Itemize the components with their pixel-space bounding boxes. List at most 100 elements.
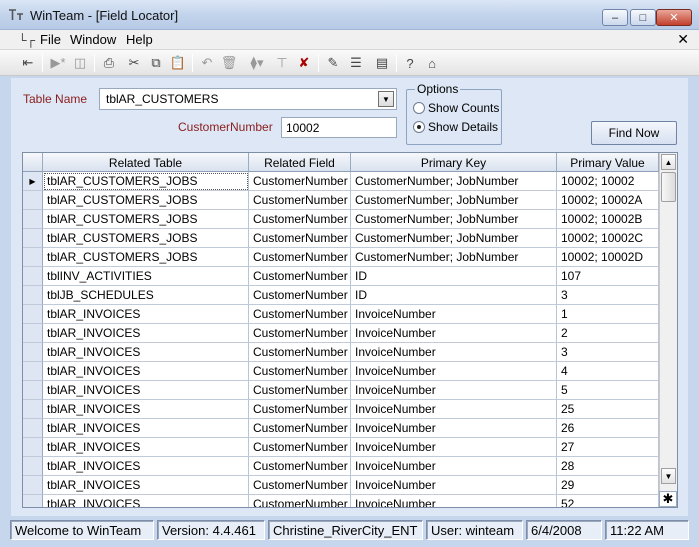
related-table-cell[interactable]: tblAR_CUSTOMERS_JOBS <box>43 210 249 229</box>
primary-key-cell[interactable]: InvoiceNumber <box>351 457 557 476</box>
related-table-cell[interactable]: tblAR_INVOICES <box>43 343 249 362</box>
related-field-cell[interactable]: CustomerNumber <box>249 305 351 324</box>
related-table-cell[interactable]: tblAR_CUSTOMERS_JOBS <box>43 248 249 267</box>
related-field-cell[interactable]: CustomerNumber <box>249 248 351 267</box>
row-selector[interactable] <box>23 343 43 362</box>
table-row[interactable]: tblAR_INVOICES CustomerNumber InvoiceNumbe… <box>23 362 659 381</box>
scroll-thumb[interactable] <box>661 172 676 202</box>
header-related-table[interactable]: Related Table <box>43 153 249 172</box>
primary-value-cell[interactable]: 3 <box>557 343 659 362</box>
row-selector[interactable] <box>23 286 43 305</box>
table-row[interactable]: tblAR_INVOICES CustomerNumber InvoiceNumbe… <box>23 419 659 438</box>
related-field-cell[interactable]: CustomerNumber <box>249 172 351 191</box>
print-icon[interactable]: ⎙ <box>99 53 119 73</box>
related-field-cell[interactable]: CustomerNumber <box>249 495 351 507</box>
filter-clear-icon[interactable]: ⊤ <box>272 53 292 73</box>
maximize-button[interactable]: □ <box>630 9 656 26</box>
table-row[interactable]: tblAR_CUSTOMERS_JOBS CustomerNumber Custom… <box>23 248 659 267</box>
related-field-cell[interactable]: CustomerNumber <box>249 286 351 305</box>
undo-icon[interactable]: ↶ <box>197 53 217 73</box>
primary-value-cell[interactable]: 29 <box>557 476 659 495</box>
report-icon[interactable]: ▤ <box>372 53 392 73</box>
related-table-cell[interactable]: tblAR_INVOICES <box>43 438 249 457</box>
cut-icon[interactable]: ✂ <box>124 53 144 73</box>
table-row[interactable]: tblAR_CUSTOMERS_JOBS CustomerNumber Custom… <box>23 210 659 229</box>
header-primary-key[interactable]: Primary Key <box>351 153 557 172</box>
primary-value-cell[interactable]: 52 <box>557 495 659 507</box>
related-field-cell[interactable]: CustomerNumber <box>249 400 351 419</box>
related-table-cell[interactable]: tblAR_CUSTOMERS_JOBS <box>43 172 249 191</box>
related-field-cell[interactable]: CustomerNumber <box>249 362 351 381</box>
row-selector[interactable] <box>23 438 43 457</box>
primary-value-cell[interactable]: 10002; 10002A <box>557 191 659 210</box>
related-table-cell[interactable]: tblAR_INVOICES <box>43 495 249 507</box>
primary-value-cell[interactable]: 4 <box>557 362 659 381</box>
primary-key-cell[interactable]: CustomerNumber; JobNumber <box>351 248 557 267</box>
menu-help[interactable]: Help <box>126 32 153 47</box>
show-details-option[interactable]: Show Details <box>413 120 498 134</box>
related-table-cell[interactable]: tblAR_INVOICES <box>43 419 249 438</box>
home-icon[interactable]: ⌂ <box>422 53 442 73</box>
primary-value-cell[interactable]: 27 <box>557 438 659 457</box>
primary-key-cell[interactable]: InvoiceNumber <box>351 476 557 495</box>
table-row[interactable]: tblAR_INVOICES CustomerNumber InvoiceNumbe… <box>23 400 659 419</box>
filter-icon[interactable]: ⧫▾ <box>243 53 271 73</box>
related-field-cell[interactable]: CustomerNumber <box>249 191 351 210</box>
customer-number-input[interactable]: 10002 <box>281 117 397 138</box>
primary-key-cell[interactable]: InvoiceNumber <box>351 343 557 362</box>
row-selector[interactable] <box>23 267 43 286</box>
table-row[interactable]: tblINV_ACTIVITIES CustomerNumber ID 107 <box>23 267 659 286</box>
primary-key-cell[interactable]: CustomerNumber; JobNumber <box>351 229 557 248</box>
related-table-cell[interactable]: tblAR_INVOICES <box>43 476 249 495</box>
delete-icon[interactable]: 🗑 <box>219 53 239 73</box>
table-row[interactable]: tblAR_CUSTOMERS_JOBS CustomerNumber Custom… <box>23 229 659 248</box>
row-selector[interactable] <box>23 457 43 476</box>
table-row[interactable]: tblAR_INVOICES CustomerNumber InvoiceNumbe… <box>23 457 659 476</box>
row-selector[interactable] <box>23 324 43 343</box>
primary-key-cell[interactable]: InvoiceNumber <box>351 495 557 507</box>
radio-show-counts[interactable] <box>413 102 425 114</box>
row-selector[interactable] <box>23 495 43 507</box>
primary-value-cell[interactable]: 107 <box>557 267 659 286</box>
menu-window[interactable]: Window <box>70 32 116 47</box>
table-name-select[interactable]: tblAR_CUSTOMERS ▼ <box>99 88 397 110</box>
related-table-cell[interactable]: tblAR_INVOICES <box>43 362 249 381</box>
remove-filter-icon[interactable]: ✘ <box>294 53 314 73</box>
edit-notes-icon[interactable]: ✎ <box>323 53 343 73</box>
list-icon[interactable]: ☰ <box>346 53 366 73</box>
record-nav-icon[interactable]: ▶* <box>48 53 68 73</box>
primary-value-cell[interactable]: 26 <box>557 419 659 438</box>
primary-key-cell[interactable]: InvoiceNumber <box>351 362 557 381</box>
table-row[interactable]: tblAR_INVOICES CustomerNumber InvoiceNumbe… <box>23 476 659 495</box>
primary-key-cell[interactable]: InvoiceNumber <box>351 400 557 419</box>
vertical-scrollbar[interactable]: ▲ ▼ <box>659 153 677 507</box>
table-row[interactable]: tblAR_INVOICES CustomerNumber InvoiceNumbe… <box>23 324 659 343</box>
primary-value-cell[interactable]: 10002; 10002D <box>557 248 659 267</box>
exit-icon[interactable]: ⇤ <box>18 53 38 73</box>
related-table-cell[interactable]: tblAR_INVOICES <box>43 457 249 476</box>
scroll-up-icon[interactable]: ▲ <box>661 154 676 170</box>
row-selector[interactable] <box>23 419 43 438</box>
row-selector[interactable] <box>23 476 43 495</box>
find-now-button[interactable]: Find Now <box>591 121 677 145</box>
primary-value-cell[interactable]: 5 <box>557 381 659 400</box>
primary-value-cell[interactable]: 1 <box>557 305 659 324</box>
table-row[interactable]: ▶ tblAR_CUSTOMERS_JOBS CustomerNumber Custo… <box>23 172 659 191</box>
related-field-cell[interactable]: CustomerNumber <box>249 476 351 495</box>
help-icon[interactable]: ? <box>400 53 420 73</box>
primary-key-cell[interactable]: ID <box>351 267 557 286</box>
related-table-cell[interactable]: tblAR_CUSTOMERS_JOBS <box>43 229 249 248</box>
related-table-cell[interactable]: tblAR_INVOICES <box>43 381 249 400</box>
row-selector[interactable] <box>23 400 43 419</box>
primary-key-cell[interactable]: InvoiceNumber <box>351 381 557 400</box>
related-field-cell[interactable]: CustomerNumber <box>249 419 351 438</box>
primary-key-cell[interactable]: InvoiceNumber <box>351 305 557 324</box>
row-selector[interactable] <box>23 191 43 210</box>
related-field-cell[interactable]: CustomerNumber <box>249 343 351 362</box>
radio-show-details[interactable] <box>413 121 425 133</box>
related-field-cell[interactable]: CustomerNumber <box>249 381 351 400</box>
primary-value-cell[interactable]: 10002; 10002B <box>557 210 659 229</box>
table-row[interactable]: tblAR_CUSTOMERS_JOBS CustomerNumber Custom… <box>23 191 659 210</box>
primary-key-cell[interactable]: InvoiceNumber <box>351 438 557 457</box>
row-selector[interactable] <box>23 305 43 324</box>
